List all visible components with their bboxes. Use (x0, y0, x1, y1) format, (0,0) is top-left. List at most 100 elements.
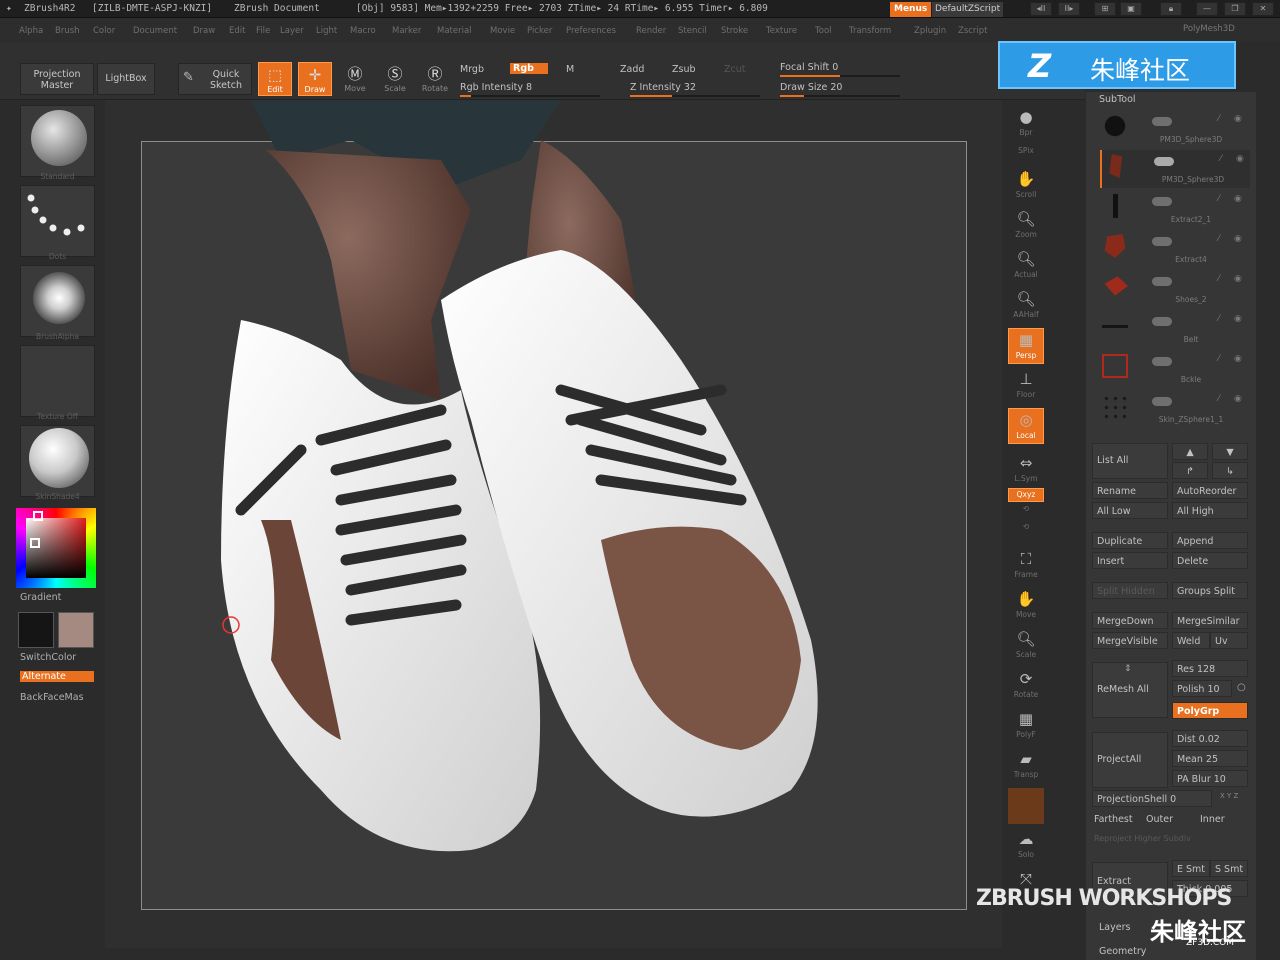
visibility-toggle[interactable] (1152, 397, 1172, 406)
projection-axis-xyz[interactable]: X Y Z (1220, 792, 1238, 800)
move-up-icon[interactable]: ▲ (1172, 443, 1208, 460)
zcut-button[interactable]: Zcut (724, 64, 745, 75)
move-bottom-icon[interactable]: ↳ (1212, 462, 1248, 479)
menu-picker[interactable]: Picker (527, 26, 552, 36)
project-all-button[interactable]: ProjectAll (1092, 732, 1168, 788)
eye-icon[interactable]: ◉ (1234, 354, 1242, 364)
scroll-left-icon[interactable]: ◂II (1030, 2, 1052, 16)
dist-slider[interactable]: Dist 0.02 (1172, 730, 1248, 747)
m-button[interactable]: M (566, 64, 574, 75)
visibility-toggle[interactable] (1152, 357, 1172, 366)
polygrp-toggle[interactable]: PolyGrp (1172, 702, 1248, 719)
eye-icon[interactable]: ◉ (1236, 154, 1244, 164)
menu-stencil[interactable]: Stencil (678, 26, 707, 36)
menu-tool[interactable]: Tool (815, 26, 832, 36)
alternate-button[interactable]: Alternate (20, 671, 94, 682)
frame-button[interactable]: ⛶ Frame (1008, 548, 1044, 584)
floor-button[interactable]: ⊥ Floor (1008, 368, 1044, 404)
transp-button[interactable]: ▰ Transp (1008, 748, 1044, 784)
scroll-button[interactable]: ✋ Scroll (1008, 168, 1044, 204)
subtool-title[interactable]: SubTool (1099, 94, 1136, 105)
visibility-toggle[interactable] (1152, 197, 1172, 206)
subtool-item-active[interactable]: ⁄ ◉ PM3D_Sphere3D (1100, 150, 1250, 188)
actual-button[interactable]: 🔍︎ Actual (1008, 248, 1044, 284)
default-zscript-button[interactable]: DefaultZScript (932, 2, 1004, 17)
texture-selector[interactable] (20, 345, 95, 417)
visibility-toggle[interactable] (1152, 117, 1172, 126)
subtool-item[interactable]: ⁄ ◉ PM3D_Sphere3D (1100, 110, 1250, 148)
eye-icon[interactable]: ◉ (1234, 234, 1242, 244)
split-hidden-button[interactable]: Split Hidden (1092, 582, 1168, 599)
scroll-right-icon[interactable]: II▸ (1058, 2, 1080, 16)
subtool-item[interactable]: ⁄ ◉ Extract4 (1100, 230, 1250, 268)
maximize-icon[interactable]: ❐ (1224, 2, 1246, 16)
saturation-marker[interactable] (30, 538, 40, 548)
geometry-section[interactable]: Geometry (1099, 946, 1146, 957)
menus-toggle-button[interactable]: Menus (890, 2, 932, 17)
menu-document[interactable]: Document (133, 26, 177, 36)
polyf-button[interactable]: ▦ PolyF (1008, 708, 1044, 744)
rotate-view-button[interactable]: ⟳ Rotate (1008, 668, 1044, 704)
menu-transform[interactable]: Transform (849, 26, 891, 36)
rotate-y-icon[interactable]: ⟲ (1008, 504, 1044, 520)
draw-size-slider[interactable]: Draw Size 20 (780, 82, 842, 93)
polish-circle-icon[interactable]: ○ (1237, 682, 1246, 693)
rename-button[interactable]: Rename (1092, 482, 1168, 499)
persp-button[interactable]: ▦ Persp (1008, 328, 1044, 364)
z-intensity-slider[interactable]: Z Intensity 32 (630, 82, 696, 93)
menu-brush[interactable]: Brush (55, 26, 80, 36)
merge-down-button[interactable]: MergeDown (1092, 612, 1168, 629)
draw-size-track[interactable] (780, 95, 900, 97)
menu-preferences[interactable]: Preferences (566, 26, 616, 36)
weld-button[interactable]: Weld (1172, 632, 1210, 649)
brush-selector[interactable] (20, 105, 95, 177)
visibility-toggle[interactable] (1152, 317, 1172, 326)
focal-shift-slider[interactable]: Focal Shift 0 (780, 62, 838, 73)
layout-icon[interactable]: ⊞ (1094, 2, 1116, 16)
ghost-button[interactable] (1008, 788, 1044, 824)
menu-stroke[interactable]: Stroke (721, 26, 748, 36)
uv-button[interactable]: Uv (1210, 632, 1248, 649)
all-low-button[interactable]: All Low (1092, 502, 1168, 519)
pa-blur-slider[interactable]: PA Blur 10 (1172, 770, 1248, 787)
rotate-mode-button[interactable]: Ⓡ Rotate (418, 62, 452, 96)
secondary-color-swatch[interactable] (58, 612, 94, 648)
mrgb-button[interactable]: Mrgb (460, 64, 484, 75)
edit-mode-button[interactable]: ⬚ Edit (258, 62, 292, 96)
minimize-icon[interactable]: — (1196, 2, 1218, 16)
menu-light[interactable]: Light (316, 26, 337, 36)
color-picker[interactable] (16, 508, 96, 588)
merge-similar-button[interactable]: MergeSimilar (1172, 612, 1248, 629)
menu-zplugin[interactable]: Zplugin (914, 26, 946, 36)
scale-mode-button[interactable]: Ⓢ Scale (378, 62, 412, 96)
visibility-toggle[interactable] (1152, 237, 1172, 246)
menu-draw[interactable]: Draw (193, 26, 215, 36)
groups-split-button[interactable]: Groups Split (1172, 582, 1248, 599)
duplicate-button[interactable]: Duplicate (1092, 532, 1168, 549)
z-intensity-track[interactable] (630, 95, 760, 97)
menu-marker[interactable]: Marker (392, 26, 421, 36)
list-all-button[interactable]: List All (1092, 443, 1168, 479)
mean-slider[interactable]: Mean 25 (1172, 750, 1248, 767)
zsub-button[interactable]: Zsub (672, 64, 696, 75)
append-button[interactable]: Append (1172, 532, 1248, 549)
material-selector[interactable] (20, 425, 95, 497)
model-render[interactable] (141, 100, 1002, 900)
local-button[interactable]: ◎ Local (1008, 408, 1044, 444)
visibility-toggle[interactable] (1152, 277, 1172, 286)
eye-icon[interactable]: ◉ (1234, 314, 1242, 324)
spix-slider[interactable]: SPix (1008, 146, 1044, 166)
menu-movie[interactable]: Movie (490, 26, 515, 36)
subtool-item[interactable]: ⁄ ◉ Skin_ZSphere1_1 (1100, 390, 1250, 428)
zoom-button[interactable]: 🔍︎ Zoom (1008, 208, 1044, 244)
switch-color-button[interactable]: SwitchColor (20, 652, 76, 663)
menu-zscript[interactable]: Zscript (958, 26, 988, 36)
hue-marker[interactable] (33, 511, 43, 521)
menu-render[interactable]: Render (636, 26, 666, 36)
menu-edit[interactable]: Edit (229, 26, 245, 36)
all-high-button[interactable]: All High (1172, 502, 1248, 519)
menu-macro[interactable]: Macro (350, 26, 376, 36)
alpha-selector[interactable] (20, 265, 95, 337)
solo-button[interactable]: ☁ Solo (1008, 828, 1044, 864)
eye-icon[interactable]: ◉ (1234, 194, 1242, 204)
